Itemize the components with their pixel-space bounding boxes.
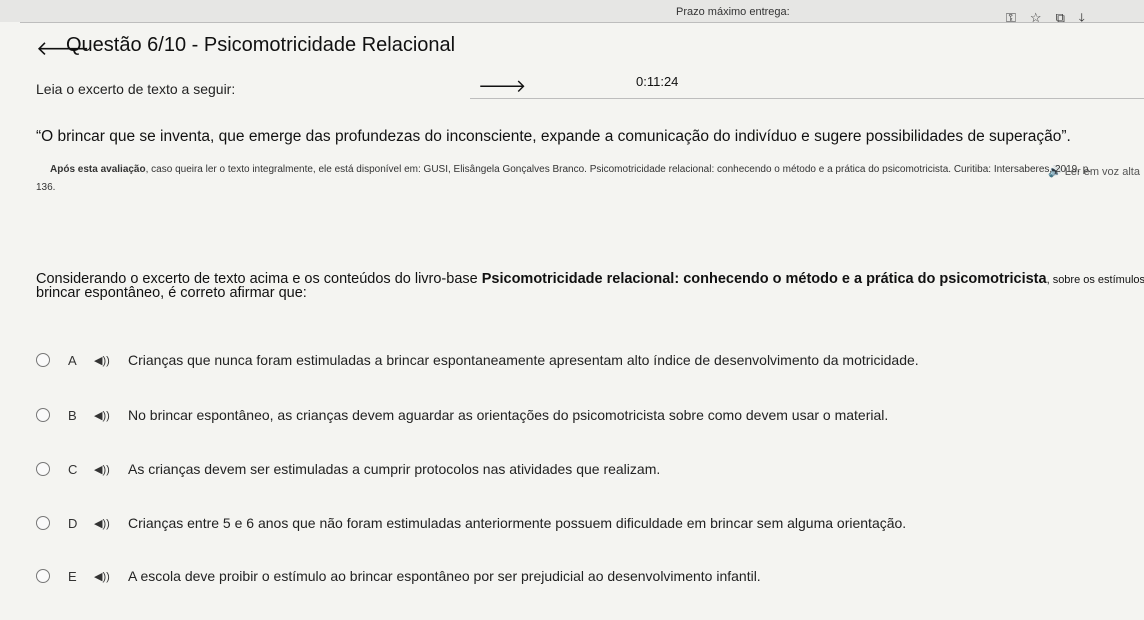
deadline-label: Prazo máximo entrega: [676,6,790,18]
star-icon[interactable]: ☆ [1030,10,1042,26]
option-text: Crianças entre 5 e 6 anos que não foram … [128,515,907,531]
option-letter: A [68,352,77,368]
radio-e[interactable] [36,569,50,583]
radio-a[interactable] [36,353,50,367]
option-letter: D [68,515,78,531]
option-letter: B [68,407,77,423]
source-note-bold: Após esta avaliação [50,164,146,175]
speaker-icon[interactable]: ◀)) [94,463,128,476]
option-letter: E [68,568,77,584]
browser-toolbar [0,0,1144,22]
lead-text: Leia o excerto de texto a seguir: [36,81,236,97]
question-stem-line2: brincar espontâneo, é correto afirmar qu… [36,285,307,301]
option-d[interactable]: D ◀)) Crianças entre 5 e 6 anos que não … [36,511,906,535]
page-title: Questão 6/10 - Psicomotricidade Relacion… [66,34,456,56]
browser-icons: ⚿ ☆ ⧉ ⤓ [1006,10,1085,26]
radio-d[interactable] [36,516,50,530]
key-icon[interactable]: ⚿ [1006,10,1016,26]
option-b[interactable]: B ◀)) No brincar espontâneo, as crianças… [36,403,888,427]
option-e[interactable]: E ◀)) A escola deve proibir o estímulo a… [36,564,761,588]
quote-text: “O brincar que se inventa, que emerge da… [36,128,1071,145]
source-note-text: , caso queira ler o texto integralmente,… [145,164,1092,175]
forward-arrow-icon[interactable]: 🡒 [478,76,526,97]
option-text: As crianças devem ser estimuladas a cump… [128,461,661,477]
source-note: Após esta avaliação, caso queira ler o t… [50,164,1091,175]
option-c[interactable]: C ◀)) As crianças devem ser estimuladas … [36,457,660,481]
divider [20,22,1144,23]
option-letter: C [68,461,78,477]
option-text: A escola deve proibir o estímulo ao brin… [128,568,761,584]
radio-c[interactable] [36,462,50,476]
page-number: 136. [36,182,56,193]
stem-book-title: Psicomotricidade relacional: conhecendo … [481,271,1047,287]
stem-suffix: , sobre os estímulos do [1046,274,1144,286]
option-a[interactable]: A ◀)) Crianças que nunca foram estimulad… [36,348,919,372]
divider [470,98,1144,99]
timer: 0:11:24 [636,74,679,89]
download-icon[interactable]: ⤓ [1079,10,1085,26]
option-text: Crianças que nunca foram estimuladas a b… [128,352,919,368]
speaker-icon[interactable]: ◀)) [94,354,128,367]
radio-b[interactable] [36,408,50,422]
speaker-icon[interactable]: ◀)) [94,570,128,583]
speaker-icon[interactable]: ◀)) [94,409,128,422]
extension-icon[interactable]: ⧉ [1056,10,1065,26]
speaker-icon[interactable]: ◀)) [94,517,128,530]
option-text: No brincar espontâneo, as crianças devem… [128,407,889,423]
